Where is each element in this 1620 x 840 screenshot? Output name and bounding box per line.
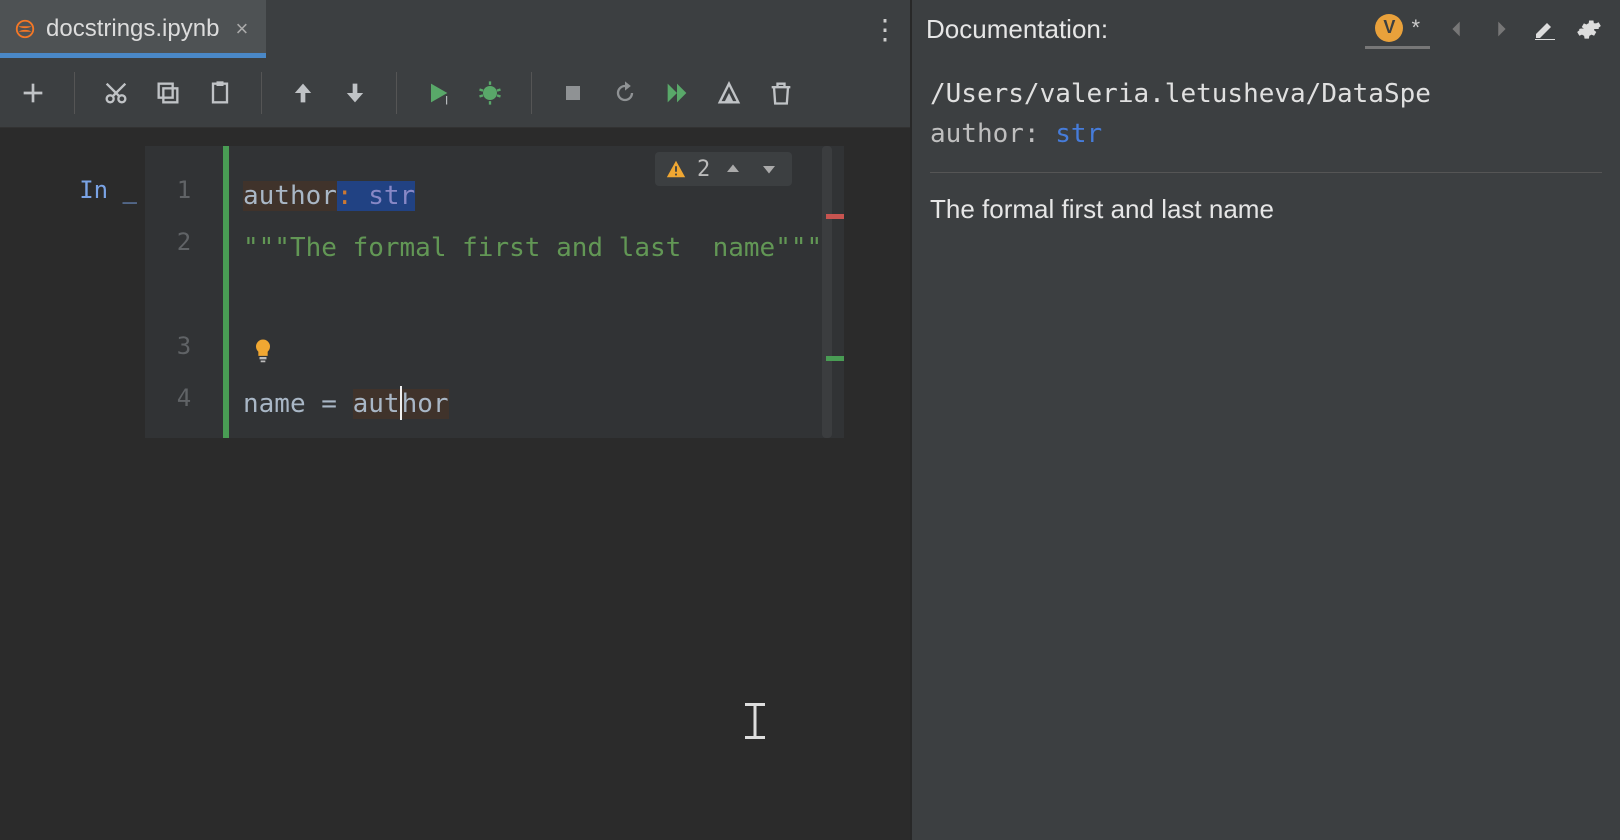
doc-settings-button[interactable] xyxy=(1572,12,1606,46)
mouse-ibeam-cursor xyxy=(745,703,765,739)
editor-body[interactable]: In _ 1 2 3 4 2 author: str """Th xyxy=(0,128,910,840)
stop-button[interactable] xyxy=(552,72,594,114)
documentation-body: /Users/valeria.letusheva/DataSpe author:… xyxy=(912,58,1620,840)
delete-cell-button[interactable] xyxy=(760,72,802,114)
doc-edit-button[interactable] xyxy=(1528,12,1562,46)
doc-forward-button[interactable] xyxy=(1484,12,1518,46)
debug-cell-button[interactable] xyxy=(469,72,511,114)
documentation-description: The formal first and last name xyxy=(930,191,1602,227)
add-cell-button[interactable] xyxy=(12,72,54,114)
line-number-gutter: 1 2 3 4 xyxy=(145,146,223,438)
clear-outputs-button[interactable] xyxy=(708,72,750,114)
cell-prompt-column: In _ xyxy=(0,146,145,438)
jupyter-icon xyxy=(14,18,36,40)
tab-label: docstrings.ipynb xyxy=(46,15,219,43)
paste-button[interactable] xyxy=(199,72,241,114)
code-cell[interactable]: In _ 1 2 3 4 2 author: str """Th xyxy=(0,146,844,438)
tab-bar: docstrings.ipynb × ⋮ xyxy=(0,0,910,58)
documentation-header: Documentation: V * xyxy=(912,0,1620,58)
documentation-signature: author: str xyxy=(930,114,1602,154)
avatar: V xyxy=(1375,14,1403,42)
warning-count: 2 xyxy=(697,157,710,182)
run-cell-button[interactable]: I xyxy=(417,72,459,114)
documentation-path: /Users/valeria.letusheva/DataSpe xyxy=(930,74,1602,114)
scrollbar-track[interactable] xyxy=(822,146,832,438)
error-stripe-marker[interactable] xyxy=(826,214,844,219)
run-all-button[interactable] xyxy=(656,72,698,114)
copy-button[interactable] xyxy=(147,72,189,114)
documentation-pane: Documentation: V * /Users/valeria.letush… xyxy=(910,0,1620,840)
doc-back-button[interactable] xyxy=(1440,12,1474,46)
svg-text:I: I xyxy=(445,94,448,106)
documentation-title: Documentation: xyxy=(926,14,1108,45)
toolbar-separator xyxy=(261,72,262,114)
line-number: 3 xyxy=(145,330,223,382)
modified-indicator: * xyxy=(1411,15,1420,41)
line-number: 1 xyxy=(145,174,223,226)
tab-docstrings[interactable]: docstrings.ipynb × xyxy=(0,0,266,58)
move-cell-down-button[interactable] xyxy=(334,72,376,114)
cell-prompt: In _ xyxy=(79,176,137,204)
code-line-4[interactable]: name = author xyxy=(243,378,822,430)
line-number: 2 xyxy=(145,226,223,330)
close-icon[interactable]: × xyxy=(235,16,248,42)
line-number: 4 xyxy=(145,382,223,434)
error-stripe-marker[interactable] xyxy=(826,356,844,361)
warning-icon xyxy=(665,158,687,180)
toolbar-separator xyxy=(396,72,397,114)
toolbar-separator xyxy=(531,72,532,114)
move-cell-up-button[interactable] xyxy=(282,72,324,114)
code-line-2[interactable]: """The formal first and last name""" xyxy=(243,222,822,326)
prev-problem-button[interactable] xyxy=(720,156,746,182)
error-stripe[interactable] xyxy=(822,146,844,438)
notebook-toolbar: I xyxy=(0,58,910,128)
documentation-divider xyxy=(930,172,1602,173)
documentation-tab[interactable]: V * xyxy=(1365,10,1430,49)
text-caret xyxy=(400,386,402,420)
code-line-3[interactable] xyxy=(243,326,822,378)
toolbar-separator xyxy=(74,72,75,114)
restart-kernel-button[interactable] xyxy=(604,72,646,114)
next-problem-button[interactable] xyxy=(756,156,782,182)
editor-pane: docstrings.ipynb × ⋮ I In _ 1 2 xyxy=(0,0,910,840)
code-editor[interactable]: 2 author: str """The formal first and la… xyxy=(229,146,822,438)
cut-button[interactable] xyxy=(95,72,137,114)
intention-bulb-icon[interactable] xyxy=(249,330,277,358)
inspection-summary[interactable]: 2 xyxy=(655,152,792,186)
tab-overflow-menu[interactable]: ⋮ xyxy=(860,0,910,58)
